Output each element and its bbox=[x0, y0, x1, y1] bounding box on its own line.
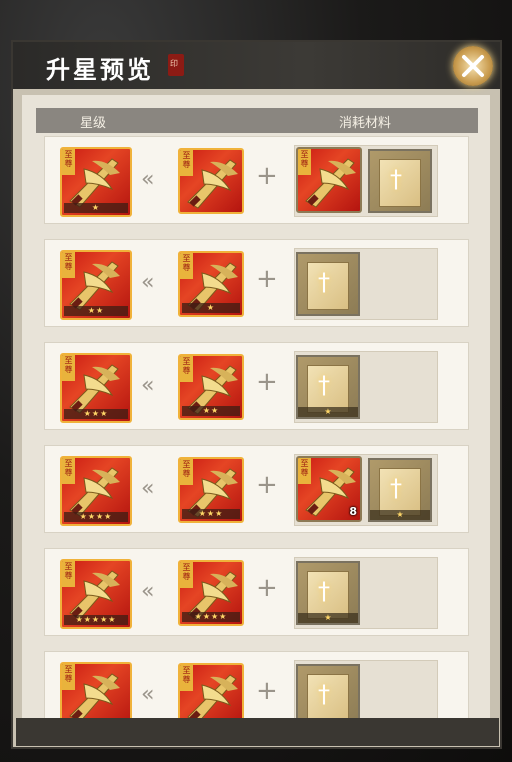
tier-tag: 至尊 bbox=[180, 665, 193, 691]
seal-stamp: 印 bbox=[168, 54, 184, 76]
star-rating: ★★★★ bbox=[182, 612, 240, 622]
tier-tag: 至尊 bbox=[62, 561, 75, 587]
sword-glyph-icon: † bbox=[318, 577, 330, 605]
star-rating: ★★★★★ bbox=[64, 615, 128, 625]
weapon-card[interactable]: 至尊 ★ bbox=[60, 147, 132, 217]
star-token-material[interactable]: † bbox=[296, 252, 360, 316]
sword-glyph-icon: † bbox=[318, 371, 330, 399]
double-chevron-left-icon: « bbox=[141, 476, 155, 501]
star-rating: ★ bbox=[64, 203, 128, 213]
plus-icon: + bbox=[256, 573, 278, 603]
tier-tag: 至尊 bbox=[180, 356, 193, 382]
material-count: 8 bbox=[349, 505, 357, 518]
double-chevron-left-icon: « bbox=[141, 270, 155, 295]
star-token-material[interactable]: † bbox=[368, 149, 432, 213]
seal-text: 印 bbox=[170, 59, 178, 68]
star-rating: ★★★ bbox=[182, 509, 240, 519]
weapon-card[interactable]: 至尊 ★★★★★ bbox=[60, 559, 132, 629]
double-chevron-left-icon: « bbox=[141, 579, 155, 604]
weapon-card[interactable]: 至尊 ★★★ bbox=[60, 353, 132, 423]
table-header: 星级 消耗材料 bbox=[36, 108, 478, 133]
close-icon bbox=[462, 55, 484, 77]
tier-tag: 至尊 bbox=[62, 458, 75, 484]
weapon-card[interactable]: 至尊 ★★ bbox=[178, 354, 244, 420]
tier-tag: 至尊 bbox=[180, 150, 193, 176]
double-chevron-left-icon: « bbox=[141, 167, 155, 192]
plus-icon: + bbox=[256, 264, 278, 294]
star-token-material[interactable]: † ★ bbox=[296, 561, 360, 625]
dialog-title: 升星预览 bbox=[46, 55, 154, 84]
star-token-material[interactable]: † ★ bbox=[368, 458, 432, 522]
weapon-card[interactable]: 至尊 ★★★ bbox=[178, 457, 244, 523]
header-materials: 消耗材料 bbox=[339, 116, 392, 131]
tier-tag: 至尊 bbox=[298, 149, 311, 175]
token-star-rating: ★ bbox=[298, 407, 358, 417]
sword-glyph-icon: † bbox=[318, 268, 330, 296]
upgrade-row: 至尊 ★ « 至尊 + 至尊 † bbox=[44, 136, 469, 224]
weapon-card[interactable]: 至尊 ★★★★ bbox=[178, 560, 244, 626]
star-rating: ★★★ bbox=[64, 409, 128, 419]
token-star-rating: ★ bbox=[298, 613, 358, 623]
header-star-level: 星级 bbox=[80, 116, 107, 131]
token-star-rating: ★ bbox=[370, 510, 430, 520]
dialog-bottom-edge bbox=[16, 718, 499, 746]
close-button[interactable] bbox=[453, 46, 493, 86]
plus-icon: + bbox=[256, 367, 278, 397]
weapon-card[interactable]: 至尊 bbox=[178, 148, 244, 214]
upgrade-row: 至尊 ★★★★★ «至尊 ★★★★ + † ★ bbox=[44, 548, 469, 636]
upgrade-row: 至尊 ★★ « 至尊 ★ + † bbox=[44, 239, 469, 327]
weapon-card[interactable]: 至尊 ★ bbox=[178, 251, 244, 317]
tier-tag: 至尊 bbox=[62, 664, 75, 690]
tier-tag: 至尊 bbox=[180, 253, 193, 279]
weapon-card[interactable]: 至尊 8 bbox=[296, 456, 362, 522]
tier-tag: 至尊 bbox=[62, 355, 75, 381]
tier-tag: 至尊 bbox=[180, 562, 193, 588]
plus-icon: + bbox=[256, 676, 278, 706]
upgrade-row: 至尊 ★★★★ «至尊 ★★★ + 至尊 8 † ★ bbox=[44, 445, 469, 533]
sword-glyph-icon: † bbox=[318, 680, 330, 708]
tier-tag: 至尊 bbox=[62, 149, 75, 175]
sword-glyph-icon: † bbox=[390, 165, 402, 193]
double-chevron-left-icon: « bbox=[141, 682, 155, 707]
star-rating: ★★ bbox=[182, 406, 240, 416]
tier-tag: 至尊 bbox=[298, 458, 311, 484]
weapon-card[interactable]: 至尊 ★★★★ bbox=[60, 456, 132, 526]
double-chevron-left-icon: « bbox=[141, 373, 155, 398]
sword-glyph-icon: † bbox=[390, 474, 402, 502]
star-rating: ★★★★ bbox=[64, 512, 128, 522]
tier-tag: 至尊 bbox=[180, 459, 193, 485]
weapon-card[interactable]: 至尊 ★★ bbox=[60, 250, 132, 320]
weapon-card[interactable]: 至尊 bbox=[296, 147, 362, 213]
plus-icon: + bbox=[256, 161, 278, 191]
upgrade-row: 至尊 ★★★ «至尊 ★★ + † ★ bbox=[44, 342, 469, 430]
star-token-material[interactable]: † ★ bbox=[296, 355, 360, 419]
star-rating: ★ bbox=[182, 303, 240, 313]
tier-tag: 至尊 bbox=[62, 252, 75, 278]
star-rating: ★★ bbox=[64, 306, 128, 316]
plus-icon: + bbox=[256, 470, 278, 500]
